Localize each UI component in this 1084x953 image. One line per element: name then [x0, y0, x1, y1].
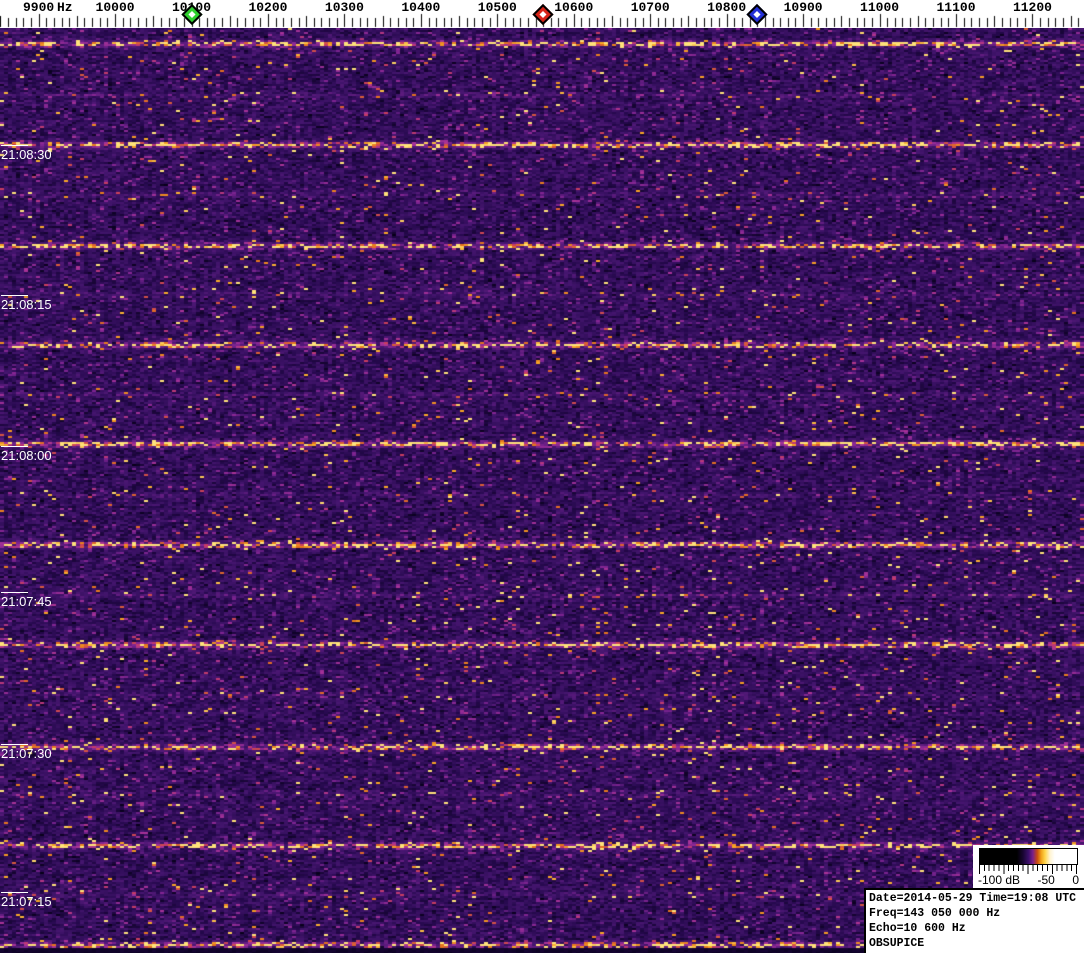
- color-gradient-bar: [979, 848, 1078, 865]
- time-text: 21:08:00: [1, 448, 52, 463]
- time-tick-line: [1, 892, 28, 893]
- time-label: 21:07:15: [1, 892, 52, 909]
- time-text: 21:08:30: [1, 147, 52, 162]
- time-label: 21:07:30: [1, 744, 52, 761]
- ruler-label-10400: 10400: [401, 0, 441, 15]
- info-station-line: OBSUPICE: [869, 937, 925, 950]
- ruler-label-10000: 10000: [95, 0, 135, 15]
- time-tick-line: [1, 295, 28, 296]
- legend-label-min: -100 dB: [978, 873, 1021, 887]
- time-tick-line: [1, 744, 28, 745]
- ruler-label-9900: 9900: [22, 0, 55, 15]
- db-scale-legend: -100 dB -50 0: [973, 845, 1084, 889]
- time-text: 21:07:45: [1, 594, 52, 609]
- legend-label-max: 0: [1072, 873, 1079, 887]
- ruler-label-10300: 10300: [324, 0, 364, 15]
- time-tick-line: [1, 446, 28, 447]
- time-text: 21:07:30: [1, 746, 52, 761]
- ruler-label-10500: 10500: [477, 0, 517, 15]
- ruler-label-10700: 10700: [630, 0, 670, 15]
- time-label: 21:08:30: [1, 145, 52, 162]
- ruler-label-11000: 11000: [860, 0, 900, 15]
- info-echo-line: Echo=10 600 Hz: [869, 922, 966, 935]
- ruler-label-11200: 11200: [1012, 0, 1052, 15]
- frequency-ruler[interactable]: 9900100001010010200103001040010500106001…: [0, 0, 1084, 28]
- time-label: 21:08:15: [1, 295, 52, 312]
- time-label: 21:08:00: [1, 446, 52, 463]
- observation-info-box: Date=2014-05-29 Time=19:08 UTC Freq=143 …: [864, 888, 1084, 953]
- waterfall-spectrogram[interactable]: [0, 28, 1084, 953]
- legend-label-mid: -50: [1037, 873, 1055, 887]
- time-tick-line: [1, 145, 28, 146]
- ruler-label-10800: 10800: [707, 0, 747, 15]
- info-date-line: Date=2014-05-29 Time=19:08 UTC: [869, 892, 1077, 905]
- ruler-label-10900: 10900: [783, 0, 823, 15]
- time-text: 21:07:15: [1, 894, 52, 909]
- info-freq-line: Freq=143 050 000 Hz: [869, 907, 1001, 920]
- legend-labels: -100 dB -50 0: [973, 874, 1084, 887]
- time-tick-line: [1, 592, 28, 593]
- ruler-label-10600: 10600: [554, 0, 594, 15]
- time-text: 21:08:15: [1, 297, 52, 312]
- ruler-unit-label: Hz: [57, 0, 73, 15]
- ruler-label-10200: 10200: [248, 0, 288, 15]
- time-label: 21:07:45: [1, 592, 52, 609]
- ruler-label-11100: 11100: [936, 0, 976, 15]
- spectrogram-app-window: 9900100001010010200103001040010500106001…: [0, 0, 1084, 953]
